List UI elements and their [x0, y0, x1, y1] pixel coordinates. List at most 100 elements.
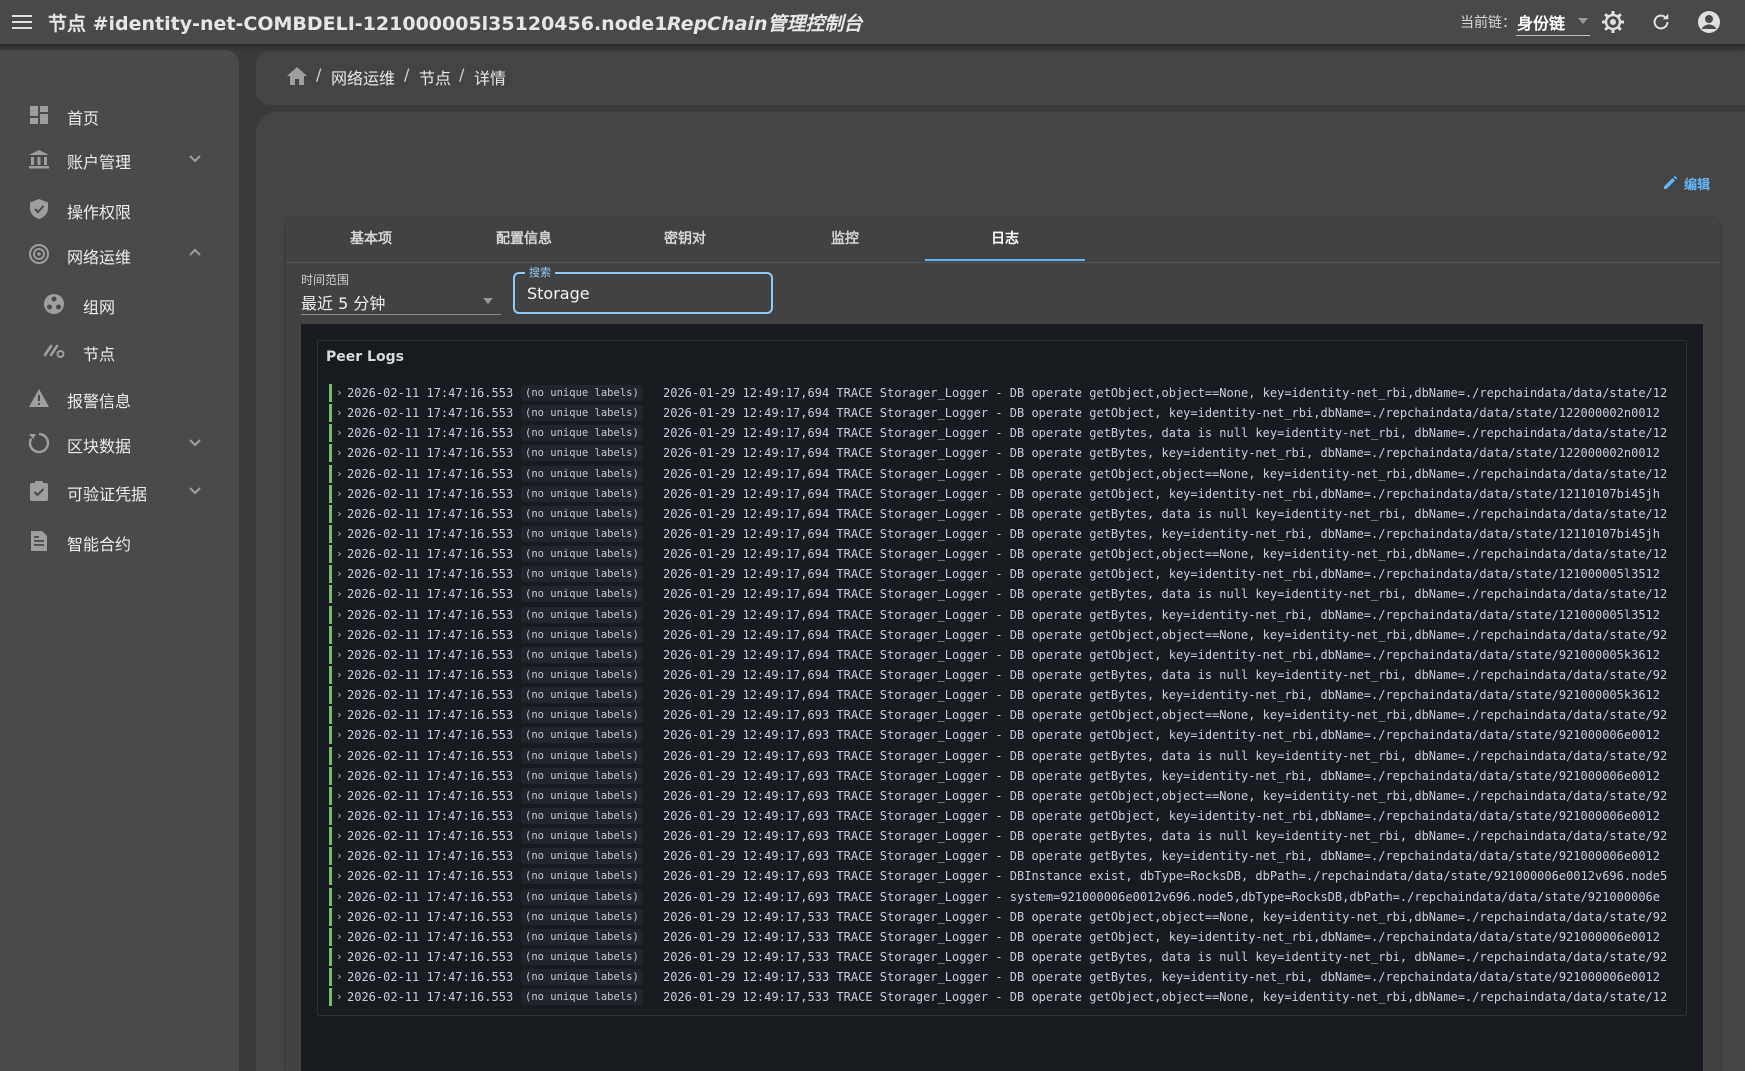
tab-config[interactable]: 配置信息: [444, 218, 604, 263]
chevron-right-icon[interactable]: ›: [336, 786, 343, 806]
log-level-bar: [329, 887, 332, 906]
chevron-right-icon[interactable]: ›: [336, 685, 343, 705]
chevron-right-icon[interactable]: ›: [336, 423, 343, 443]
sidebar-item-permissions[interactable]: 操作权限: [0, 189, 239, 229]
chevron-right-icon[interactable]: ›: [336, 645, 343, 665]
log-message: 2026-01-29 12:49:17,693 TRACE Storager_L…: [663, 849, 1660, 864]
log-row[interactable]: › 2026-02-11 17:47:16.553 (no unique label…: [329, 625, 1685, 645]
chain-select[interactable]: 身份链: [1516, 8, 1590, 36]
log-row[interactable]: › 2026-02-11 17:47:16.553 (no unique label…: [329, 947, 1685, 967]
settings-icon[interactable]: [1599, 8, 1627, 36]
chevron-right-icon[interactable]: ›: [336, 826, 343, 846]
log-row[interactable]: › 2026-02-11 17:47:16.553 (no unique label…: [329, 484, 1685, 504]
log-panel: Peer Logs › 2026-02-11 17:47:16.553 (no un…: [317, 340, 1687, 1016]
chevron-right-icon[interactable]: ›: [336, 625, 343, 645]
chevron-right-icon[interactable]: ›: [336, 947, 343, 967]
log-row[interactable]: › 2026-02-11 17:47:16.553 (no unique label…: [329, 907, 1685, 927]
log-level-bar: [329, 847, 332, 866]
log-row[interactable]: › 2026-02-11 17:47:16.553 (no unique label…: [329, 967, 1685, 987]
log-row[interactable]: › 2026-02-11 17:47:16.553 (no unique label…: [329, 766, 1685, 786]
sidebar-item-networking[interactable]: 组网: [0, 284, 239, 324]
log-timestamp: 2026-02-11 17:47:16.553: [347, 607, 514, 622]
chevron-right-icon[interactable]: ›: [336, 383, 343, 403]
log-row[interactable]: › 2026-02-11 17:47:16.553 (no unique label…: [329, 403, 1685, 423]
chevron-right-icon[interactable]: ›: [336, 725, 343, 745]
breadcrumb-item-network-ops[interactable]: 网络运维: [331, 65, 395, 89]
log-row[interactable]: › 2026-02-11 17:47:16.553 (no unique label…: [329, 383, 1685, 403]
sidebar-item-smart-contracts[interactable]: 智能合约: [0, 521, 239, 561]
sidebar-item-home[interactable]: 首页: [0, 95, 239, 135]
home-icon[interactable]: [286, 65, 308, 87]
time-range-select[interactable]: 时间范围 最近 5 分钟: [301, 270, 501, 315]
chevron-right-icon[interactable]: ›: [336, 443, 343, 463]
log-row[interactable]: › 2026-02-11 17:47:16.553 (no unique label…: [329, 806, 1685, 826]
chevron-right-icon[interactable]: ›: [336, 665, 343, 685]
sidebar-item-nodes[interactable]: 节点: [0, 331, 239, 371]
log-row[interactable]: › 2026-02-11 17:47:16.553 (no unique label…: [329, 605, 1685, 625]
breadcrumb-item-nodes[interactable]: 节点: [419, 65, 451, 89]
log-row[interactable]: › 2026-02-11 17:47:16.553 (no unique label…: [329, 464, 1685, 484]
log-level-bar: [329, 947, 332, 966]
chevron-right-icon[interactable]: ›: [336, 484, 343, 504]
tab-logs[interactable]: 日志: [925, 218, 1085, 263]
log-row[interactable]: › 2026-02-11 17:47:16.553 (no unique label…: [329, 705, 1685, 725]
log-row[interactable]: › 2026-02-11 17:47:16.553 (no unique label…: [329, 564, 1685, 584]
log-row[interactable]: › 2026-02-11 17:47:16.553 (no unique label…: [329, 524, 1685, 544]
chevron-right-icon[interactable]: ›: [336, 927, 343, 947]
chevron-right-icon[interactable]: ›: [336, 907, 343, 927]
sidebar-item-credentials[interactable]: 可验证凭据: [0, 471, 239, 511]
tab-monitor[interactable]: 监控: [765, 218, 925, 263]
log-row[interactable]: › 2026-02-11 17:47:16.553 (no unique label…: [329, 846, 1685, 866]
log-row[interactable]: › 2026-02-11 17:47:16.553 (no unique label…: [329, 504, 1685, 524]
chevron-right-icon[interactable]: ›: [336, 605, 343, 625]
sidebar-item-alerts[interactable]: 报警信息: [0, 378, 239, 418]
log-row[interactable]: › 2026-02-11 17:47:16.553 (no unique label…: [329, 786, 1685, 806]
chevron-right-icon[interactable]: ›: [336, 806, 343, 826]
log-row[interactable]: › 2026-02-11 17:47:16.553 (no unique label…: [329, 725, 1685, 745]
tab-keypair[interactable]: 密钥对: [605, 218, 765, 263]
chevron-right-icon[interactable]: ›: [336, 987, 343, 1007]
log-row[interactable]: › 2026-02-11 17:47:16.553 (no unique label…: [329, 645, 1685, 665]
log-labels-badge: (no unique labels): [521, 707, 643, 724]
chevron-right-icon[interactable]: ›: [336, 584, 343, 604]
edit-button[interactable]: 编辑: [1662, 171, 1710, 195]
log-row[interactable]: › 2026-02-11 17:47:16.553 (no unique label…: [329, 443, 1685, 463]
chevron-right-icon[interactable]: ›: [336, 766, 343, 786]
menu-icon[interactable]: [10, 10, 34, 34]
log-row[interactable]: › 2026-02-11 17:47:16.553 (no unique label…: [329, 584, 1685, 604]
log-row[interactable]: › 2026-02-11 17:47:16.553 (no unique label…: [329, 746, 1685, 766]
chevron-right-icon[interactable]: ›: [336, 544, 343, 564]
log-row[interactable]: › 2026-02-11 17:47:16.553 (no unique label…: [329, 423, 1685, 443]
sidebar-item-block-data[interactable]: 区块数据: [0, 423, 239, 463]
log-row[interactable]: › 2026-02-11 17:47:16.553 (no unique label…: [329, 887, 1685, 907]
chevron-right-icon[interactable]: ›: [336, 846, 343, 866]
log-row[interactable]: › 2026-02-11 17:47:16.553 (no unique label…: [329, 927, 1685, 947]
chevron-right-icon[interactable]: ›: [336, 524, 343, 544]
refresh-icon[interactable]: [1647, 8, 1675, 36]
chevron-right-icon[interactable]: ›: [336, 705, 343, 725]
dashboard-icon: [27, 103, 51, 127]
log-row[interactable]: › 2026-02-11 17:47:16.553 (no unique label…: [329, 987, 1685, 1007]
log-row[interactable]: › 2026-02-11 17:47:16.553 (no unique label…: [329, 685, 1685, 705]
tab-basic[interactable]: 基本项: [291, 218, 451, 263]
log-list[interactable]: › 2026-02-11 17:47:16.553 (no unique label…: [329, 383, 1685, 1013]
chevron-right-icon[interactable]: ›: [336, 564, 343, 584]
account-icon[interactable]: [1695, 8, 1723, 36]
log-row[interactable]: › 2026-02-11 17:47:16.553 (no unique label…: [329, 544, 1685, 564]
sidebar-item-label: 账户管理: [67, 153, 132, 172]
log-row[interactable]: › 2026-02-11 17:47:16.553 (no unique label…: [329, 665, 1685, 685]
log-row[interactable]: › 2026-02-11 17:47:16.553 (no unique label…: [329, 826, 1685, 846]
chevron-right-icon[interactable]: ›: [336, 746, 343, 766]
sidebar-item-network-ops[interactable]: 网络运维: [0, 234, 239, 274]
chevron-right-icon[interactable]: ›: [336, 887, 343, 907]
log-timestamp: 2026-02-11 17:47:16.553: [347, 426, 514, 441]
chevron-right-icon[interactable]: ›: [336, 464, 343, 484]
chevron-right-icon[interactable]: ›: [336, 967, 343, 987]
chevron-right-icon[interactable]: ›: [336, 504, 343, 524]
chevron-right-icon[interactable]: ›: [336, 403, 343, 423]
search-input[interactable]: [527, 282, 757, 304]
tab-active-indicator: [925, 259, 1085, 261]
chevron-right-icon[interactable]: ›: [336, 866, 343, 886]
log-row[interactable]: › 2026-02-11 17:47:16.553 (no unique label…: [329, 866, 1685, 886]
sidebar-item-accounts[interactable]: 账户管理: [0, 139, 239, 179]
